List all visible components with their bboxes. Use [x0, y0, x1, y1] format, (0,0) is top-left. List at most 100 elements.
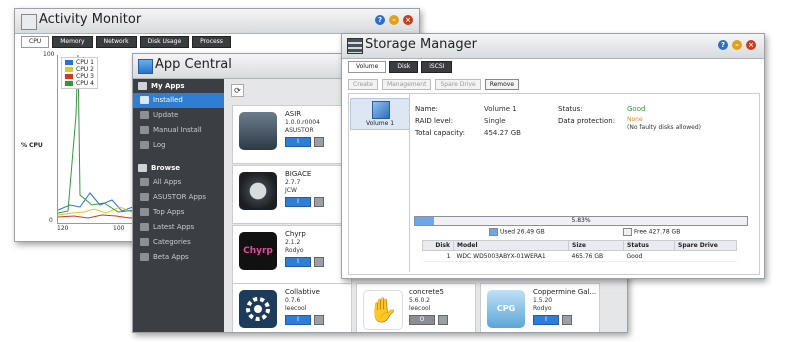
used-label: Used 26.49 GB: [500, 228, 545, 236]
app-card-coppermine[interactable]: CPG Coppermine Gal... 1.5.20 Rodyo I: [480, 283, 600, 332]
sidebar-item-log[interactable]: Log: [133, 138, 224, 153]
app-card-collabtive[interactable]: Collabtive 0.7.6 leecool I: [232, 283, 352, 332]
sidebar-item-label: All Apps: [153, 178, 182, 186]
col-status[interactable]: Status: [623, 240, 675, 251]
app-version: 1.0.0.r0004: [285, 119, 320, 126]
sidebar-item-top-apps[interactable]: Top Apps: [133, 205, 224, 220]
sidebar-item-manual-install[interactable]: Manual Install: [133, 123, 224, 138]
app-enable-toggle[interactable]: I: [285, 315, 311, 325]
sidebar-item-installed[interactable]: Installed: [133, 93, 224, 108]
table-header-row: Disk Model Size Status Spare Drive: [422, 240, 737, 251]
sidebar-header-browse: Browse: [133, 161, 224, 175]
app-name: Collabtive: [285, 288, 320, 296]
free-label: Free 427.78 GB: [634, 228, 681, 236]
close-icon[interactable]: ×: [746, 40, 756, 50]
app-developer: Rodyo: [533, 305, 552, 312]
storage-manager-titlebar[interactable]: Storage Manager ? – ×: [342, 34, 764, 59]
y-tick-bottom: 0: [49, 217, 53, 224]
close-icon[interactable]: ×: [403, 15, 413, 25]
asustor-icon: [140, 193, 149, 201]
concrete5-hand-icon: ✋: [363, 290, 403, 330]
col-model[interactable]: Model: [453, 240, 569, 251]
star-icon: [140, 208, 149, 216]
tab-memory[interactable]: Memory: [52, 36, 93, 48]
tab-cpu[interactable]: CPU: [21, 36, 50, 48]
activity-monitor-titlebar[interactable]: Activity Monitor ? – ×: [15, 9, 419, 34]
tab-volume[interactable]: Volume: [348, 61, 387, 73]
tab-disk[interactable]: Disk: [389, 61, 419, 73]
name-label: Name:: [415, 105, 439, 113]
cell-model: WDC WD5003ABYX-01WERA1: [453, 250, 569, 262]
uninstall-icon[interactable]: [562, 315, 572, 325]
help-icon[interactable]: ?: [375, 15, 385, 25]
activity-monitor-tabs: CPU Memory Network Disk Usage Process: [21, 36, 234, 48]
cell-status: Good: [623, 250, 675, 262]
app-version: 2.7.7: [285, 179, 301, 186]
chyrp-app-icon: Chyrp: [239, 232, 277, 270]
sidebar-item-asustor-apps[interactable]: ASUSTOR Apps: [133, 190, 224, 205]
table-row[interactable]: 1 WDC WD5003ABYX-01WERA1 465.76 GB Good: [422, 250, 737, 262]
volume-list-item[interactable]: Volume 1: [350, 98, 410, 130]
sidebar-item-beta-apps[interactable]: Beta Apps: [133, 250, 224, 265]
app-developer: Rodyo: [285, 247, 304, 254]
sidebar-item-latest-apps[interactable]: Latest Apps: [133, 220, 224, 235]
app-enable-toggle[interactable]: O: [409, 315, 435, 325]
uninstall-icon[interactable]: [314, 197, 324, 207]
uninstall-icon[interactable]: [314, 137, 324, 147]
minimize-icon[interactable]: –: [389, 15, 399, 25]
help-icon[interactable]: ?: [718, 40, 728, 50]
app-name: concrete5: [409, 288, 444, 296]
browse-icon: [138, 164, 147, 172]
uninstall-icon[interactable]: [314, 257, 324, 267]
free-legend: Free 427.78 GB: [623, 228, 680, 236]
spare-drive-button[interactable]: Spare Drive: [435, 79, 481, 90]
app-card-chyrp[interactable]: Chyrp Chyrp 2.1.2 Rodyo I: [232, 225, 352, 284]
x-tick: 120: [57, 225, 69, 232]
storage-manager-app-icon: [347, 38, 363, 54]
sidebar-header-my-apps: My Apps: [133, 79, 224, 93]
col-size[interactable]: Size: [568, 240, 624, 251]
sidebar-item-all-apps[interactable]: All Apps: [133, 175, 224, 190]
col-disk[interactable]: Disk: [422, 240, 454, 251]
management-button[interactable]: Management: [381, 79, 432, 90]
app-enable-toggle[interactable]: I: [285, 257, 311, 267]
cell-disk: 1: [422, 250, 454, 262]
tab-network[interactable]: Network: [95, 36, 137, 48]
log-icon: [140, 141, 149, 149]
minimize-icon[interactable]: –: [732, 40, 742, 50]
beta-icon: [140, 253, 149, 261]
coppermine-app-icon: CPG: [487, 290, 525, 328]
legend-item: CPU 4: [65, 80, 94, 87]
tab-process[interactable]: Process: [192, 36, 231, 48]
app-card-concrete5[interactable]: ✋ concrete5 5.6.0.2 leecool O: [356, 283, 476, 332]
uninstall-icon[interactable]: [314, 315, 324, 325]
app-enable-toggle[interactable]: I: [285, 197, 311, 207]
sidebar-item-label: Top Apps: [153, 208, 185, 216]
legend-label: CPU 3: [76, 73, 94, 80]
app-enable-toggle[interactable]: I: [533, 315, 559, 325]
x-tick: 100: [113, 225, 125, 232]
tab-disk-usage[interactable]: Disk Usage: [139, 36, 190, 48]
app-card-asir[interactable]: ASIR 1.0.0.r0004 ASUSTOR I: [232, 105, 352, 164]
app-version: 1.5.20: [533, 297, 553, 304]
cpu-axis-label: % CPU: [21, 142, 43, 149]
cell-size: 465.76 GB: [568, 250, 624, 262]
legend-item: CPU 1: [65, 59, 94, 66]
col-spare-drive[interactable]: Spare Drive: [674, 240, 737, 251]
app-enable-toggle[interactable]: I: [285, 137, 311, 147]
tab-iscsi[interactable]: iSCSI: [421, 61, 453, 73]
refresh-icon[interactable]: ⟳: [231, 84, 244, 97]
legend-swatch: [65, 81, 73, 86]
sidebar-item-categories[interactable]: Categories: [133, 235, 224, 250]
protection-value: None: [627, 116, 643, 123]
legend-swatch: [65, 60, 73, 65]
remove-button[interactable]: Remove: [484, 79, 520, 90]
sidebar-item-label: Log: [153, 141, 166, 149]
sidebar-item-label: ASUSTOR Apps: [153, 193, 206, 201]
app-card-bigace[interactable]: BIGACE 2.7.7 JCW I: [232, 165, 352, 224]
sidebar-item-update[interactable]: Update: [133, 108, 224, 123]
activity-monitor-title: Activity Monitor: [39, 12, 142, 27]
create-button[interactable]: Create: [348, 79, 378, 90]
uninstall-icon[interactable]: [438, 315, 448, 325]
capacity-value: 454.27 GB: [484, 129, 521, 137]
